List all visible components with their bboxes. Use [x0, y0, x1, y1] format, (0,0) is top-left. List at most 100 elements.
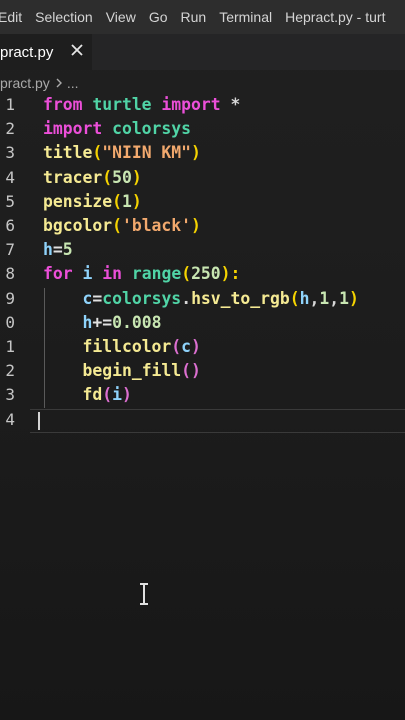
code-line[interactable]: 9 c=colorsys.hsv_to_rgb(h,1,1) — [0, 287, 405, 311]
code-token: in — [102, 264, 132, 284]
line-code: from turtle import * — [43, 93, 240, 117]
code-line[interactable]: 3 title("NIIN KM") — [0, 141, 405, 165]
code-token: = — [52, 240, 63, 260]
breadcrumb: pract.py ... — [0, 72, 78, 94]
line-code: title("NIIN KM") — [43, 141, 201, 165]
line-number: 4 — [5, 409, 15, 429]
code-token: fillcolor — [82, 337, 172, 356]
code-token: fd — [82, 385, 103, 405]
code-editor[interactable]: 1 from turtle import * 2 import colorsys 3 ti… — [0, 93, 405, 453]
window-title: Hepract.py - turt — [285, 9, 386, 25]
menu-selection[interactable]: Selection — [35, 9, 93, 25]
code-token: hsv_to_rgb — [191, 288, 290, 308]
code-token: 0.008 — [112, 312, 162, 332]
code-token: = — [92, 288, 103, 308]
code-token: ) — [121, 385, 132, 405]
breadcrumb-ellipsis[interactable]: ... — [67, 75, 79, 91]
code-line[interactable]: 4 tracer(50) — [0, 166, 405, 190]
code-line[interactable]: 6 bgcolor('black') — [0, 214, 405, 238]
code-token: colorsys — [102, 288, 182, 308]
line-number: 3 — [5, 143, 15, 163]
menu-edit[interactable]: Edit — [0, 9, 22, 25]
code-token: "NIIN KM" — [102, 143, 192, 163]
code-line[interactable]: 0 h+=0.008 — [0, 311, 405, 335]
code-token: ( — [102, 167, 113, 187]
breadcrumb-file[interactable]: pract.py — [0, 75, 50, 91]
code-token: colorsys — [112, 119, 192, 139]
code-token: ) — [131, 167, 142, 187]
close-icon[interactable] — [68, 41, 86, 59]
line-number: 1 — [5, 95, 15, 114]
line-number: 2 — [5, 119, 15, 139]
code-token: ( — [289, 288, 300, 308]
line-code: h+=0.008 — [43, 311, 161, 335]
code-token: pensize — [43, 191, 113, 211]
code-token: ( — [112, 216, 122, 235]
line-code: begin_fill() — [43, 359, 200, 383]
code-line[interactable]: 4 — [0, 408, 405, 432]
code-line[interactable]: 2 begin_fill() — [0, 359, 405, 383]
code-line[interactable]: 3 fd(i) — [0, 383, 405, 407]
code-token: 5 — [62, 240, 73, 260]
code-token: bgcolor — [43, 216, 113, 235]
line-code: h=5 — [43, 238, 73, 262]
code-token: c — [181, 337, 192, 356]
tab-bar: pract.py — [0, 34, 405, 70]
code-token: ) — [191, 216, 201, 235]
code-token: import — [43, 119, 113, 139]
line-number: 5 — [5, 191, 15, 211]
code-token: import — [161, 95, 231, 114]
menu-terminal[interactable]: Terminal — [219, 9, 272, 25]
code-line[interactable]: 1 fillcolor(c) — [0, 335, 405, 359]
code-token: ( — [112, 191, 122, 211]
line-number: 0 — [5, 312, 15, 332]
code-token: ( — [181, 264, 192, 284]
code-line[interactable]: 8 for i in range(250): — [0, 262, 405, 286]
code-token: * — [230, 95, 241, 114]
code-line[interactable]: 5 pensize(1) — [0, 190, 405, 214]
code-token: ( — [171, 337, 182, 356]
tab-label: pract.py — [0, 43, 54, 61]
code-token: ) — [191, 337, 201, 356]
code-token: from — [43, 95, 93, 114]
code-token: h — [82, 312, 93, 332]
menu-run[interactable]: Run — [181, 9, 207, 25]
menu-view[interactable]: View — [106, 9, 136, 25]
code-token: 1 — [339, 288, 349, 308]
code-token: 1 — [121, 191, 132, 211]
code-token: ): — [220, 264, 241, 284]
line-code: tracer(50) — [43, 166, 142, 190]
code-token: i — [112, 385, 122, 405]
line-number: 1 — [5, 337, 15, 356]
code-token: tracer — [43, 167, 103, 187]
code-token: . — [181, 288, 192, 308]
code-token: i — [82, 264, 103, 284]
code-token: ) — [349, 288, 359, 308]
code-token: 50 — [112, 167, 132, 187]
tab-pract-py[interactable]: pract.py — [0, 34, 93, 70]
line-number: 8 — [5, 264, 15, 284]
menu-go[interactable]: Go — [149, 9, 168, 25]
line-code: pensize(1) — [43, 190, 142, 214]
vscode-window: Edit Selection View Go Run Terminal Hepr… — [0, 0, 405, 720]
code-line[interactable]: 2 import colorsys — [0, 117, 405, 141]
code-line[interactable]: 7 h=5 — [0, 238, 405, 262]
code-line[interactable]: 1 from turtle import * — [0, 93, 405, 117]
code-token: title — [43, 143, 93, 163]
line-number: 7 — [5, 240, 15, 260]
chevron-right-icon — [56, 78, 62, 88]
code-token: h — [43, 240, 53, 260]
line-code: bgcolor('black') — [43, 214, 201, 238]
code-token: begin_fill — [82, 361, 182, 381]
code-token: 'black' — [121, 216, 192, 235]
menu-bar: Edit Selection View Go Run Terminal Hepr… — [0, 0, 405, 34]
code-token: += — [92, 312, 113, 332]
code-token: c — [82, 288, 93, 308]
code-token: for — [43, 264, 83, 284]
line-number: 4 — [5, 167, 15, 187]
line-number: 3 — [5, 385, 15, 405]
